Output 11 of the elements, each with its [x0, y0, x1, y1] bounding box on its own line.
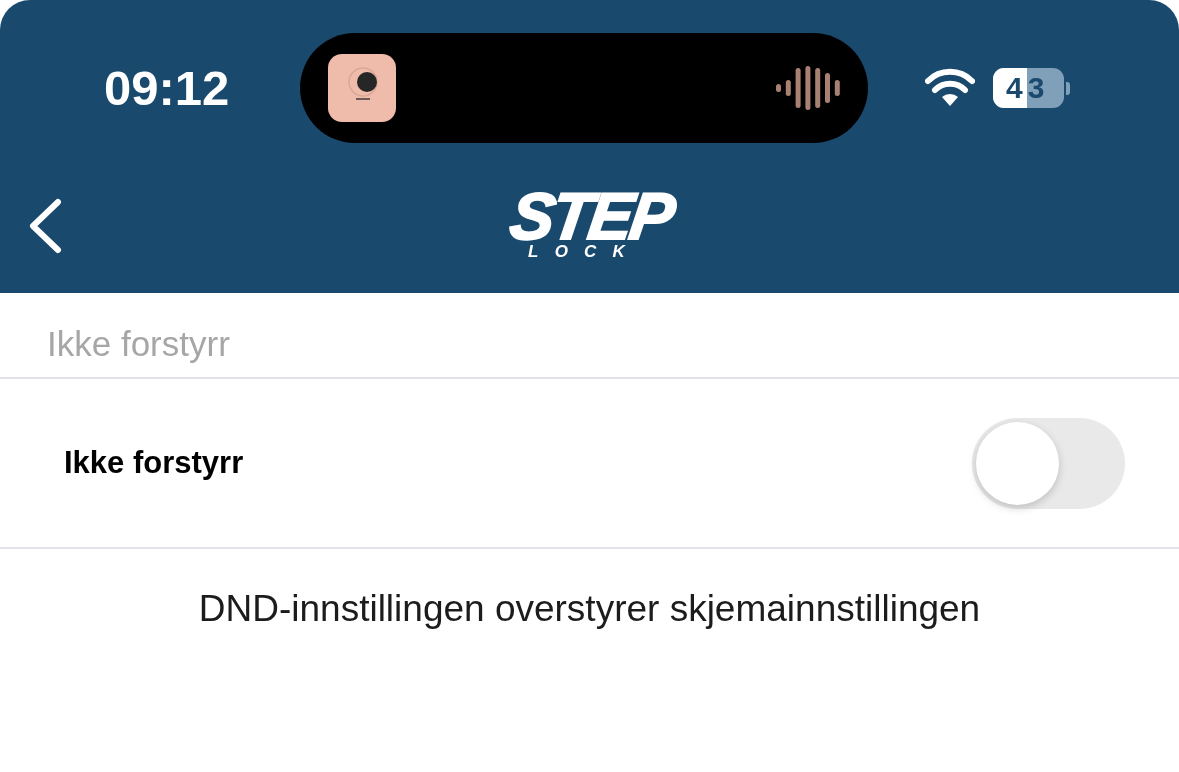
app-icon [328, 54, 396, 122]
footnote-text: DND-innstillingen overstyrer skjemainnstillingen [198, 587, 981, 631]
waveform-icon [776, 66, 840, 110]
setting-label: Ikke forstyrr [64, 443, 244, 482]
wifi-icon [925, 68, 975, 106]
status-time: 09:12 [104, 61, 230, 115]
back-button[interactable] [28, 198, 62, 254]
chevron-left-icon [28, 198, 62, 254]
section-header: Ikke forstyrr [47, 322, 230, 365]
logo-wordmark: STEP [507, 187, 676, 244]
logo-subtitle: LOCK [528, 241, 641, 262]
